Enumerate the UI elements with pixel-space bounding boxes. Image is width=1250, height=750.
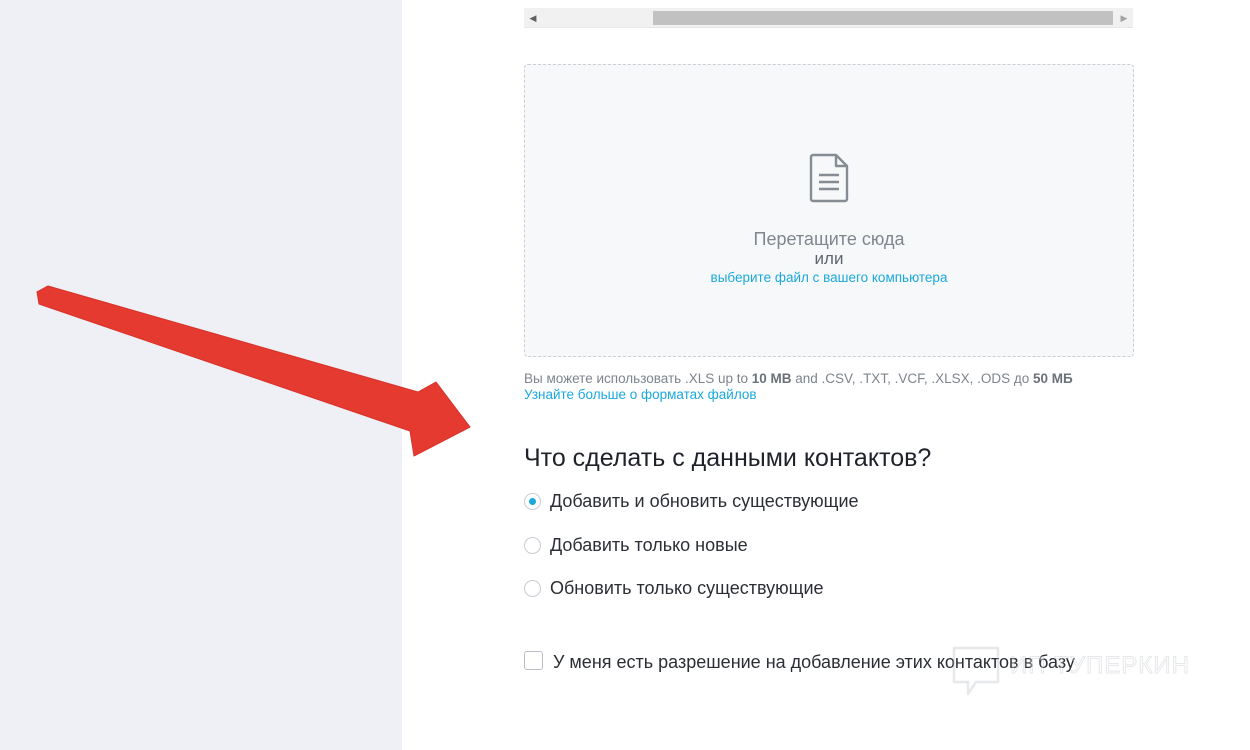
radio-label: Обновить только существующие xyxy=(550,577,824,598)
scroll-left-icon[interactable]: ◀ xyxy=(524,8,542,28)
document-icon xyxy=(809,153,849,203)
radio-label: Добавить только новые xyxy=(550,534,748,555)
scrollbar-thumb[interactable] xyxy=(653,11,1113,25)
browse-file-link[interactable]: выберите файл с вашего компьютера xyxy=(525,270,1133,285)
contacts-action-title: Что сделать с данными контактов? xyxy=(524,444,932,472)
chat-bubble-icon xyxy=(952,646,1000,696)
left-sidebar-panel xyxy=(0,0,402,750)
horizontal-scrollbar[interactable]: ◀ ▶ xyxy=(524,8,1133,28)
hint-size-2: 50 МБ xyxy=(1033,371,1073,386)
dropzone-or-text: или xyxy=(814,249,844,268)
learn-more-formats-link[interactable]: Узнайте больше о форматах файлов xyxy=(524,387,757,402)
file-format-hint: Вы можете использовать .XLS up to 10 MB … xyxy=(524,370,1164,387)
radio-button[interactable] xyxy=(524,579,541,597)
radio-option-add-new-only[interactable]: Добавить только новые xyxy=(524,534,748,556)
hint-text-2: and .CSV, .TXT, .VCF, .XLSX, .ODS до xyxy=(791,371,1033,386)
dropzone-title: Перетащите сюда xyxy=(753,229,905,249)
radio-button[interactable] xyxy=(524,536,541,554)
hint-text-1: Вы можете использовать .XLS up to xyxy=(524,371,752,386)
radio-button[interactable] xyxy=(524,492,541,510)
file-dropzone[interactable]: Перетащите сюда или выберите файл с ваше… xyxy=(524,64,1134,357)
watermark: ИП ТУПЕРКИН xyxy=(950,644,1210,700)
radio-option-add-and-update[interactable]: Добавить и обновить существующие xyxy=(524,490,859,512)
radio-label: Добавить и обновить существующие xyxy=(550,490,859,511)
watermark-text: ИП ТУПЕРКИН xyxy=(1010,652,1190,680)
permission-checkbox[interactable] xyxy=(524,651,543,670)
hint-size-1: 10 MB xyxy=(751,371,792,386)
radio-option-update-only[interactable]: Обновить только существующие xyxy=(524,577,824,599)
scroll-right-icon[interactable]: ▶ xyxy=(1115,8,1133,28)
